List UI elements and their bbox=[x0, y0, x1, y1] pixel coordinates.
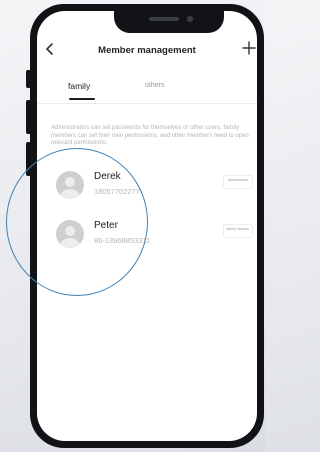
phone-side-button bbox=[26, 70, 31, 88]
tab-others[interactable]: others bbox=[145, 82, 164, 89]
member-role-badge: family member bbox=[223, 224, 253, 238]
highlight-circle bbox=[6, 148, 148, 296]
member-role-badge: administrator bbox=[223, 175, 253, 189]
permissions-description: Administrators can set passwords for the… bbox=[51, 125, 249, 146]
page-title: Member management bbox=[98, 45, 196, 56]
nav-header: Member management bbox=[37, 37, 257, 61]
phone-camera bbox=[187, 16, 193, 22]
tab-divider bbox=[37, 103, 257, 104]
phone-speaker bbox=[149, 17, 179, 21]
phone-volume-up-button bbox=[26, 100, 31, 134]
phone-notch bbox=[114, 11, 224, 33]
tab-family[interactable]: family bbox=[68, 81, 90, 91]
add-member-button[interactable] bbox=[242, 40, 256, 58]
plus-icon bbox=[242, 41, 256, 55]
active-tab-indicator bbox=[69, 98, 95, 100]
